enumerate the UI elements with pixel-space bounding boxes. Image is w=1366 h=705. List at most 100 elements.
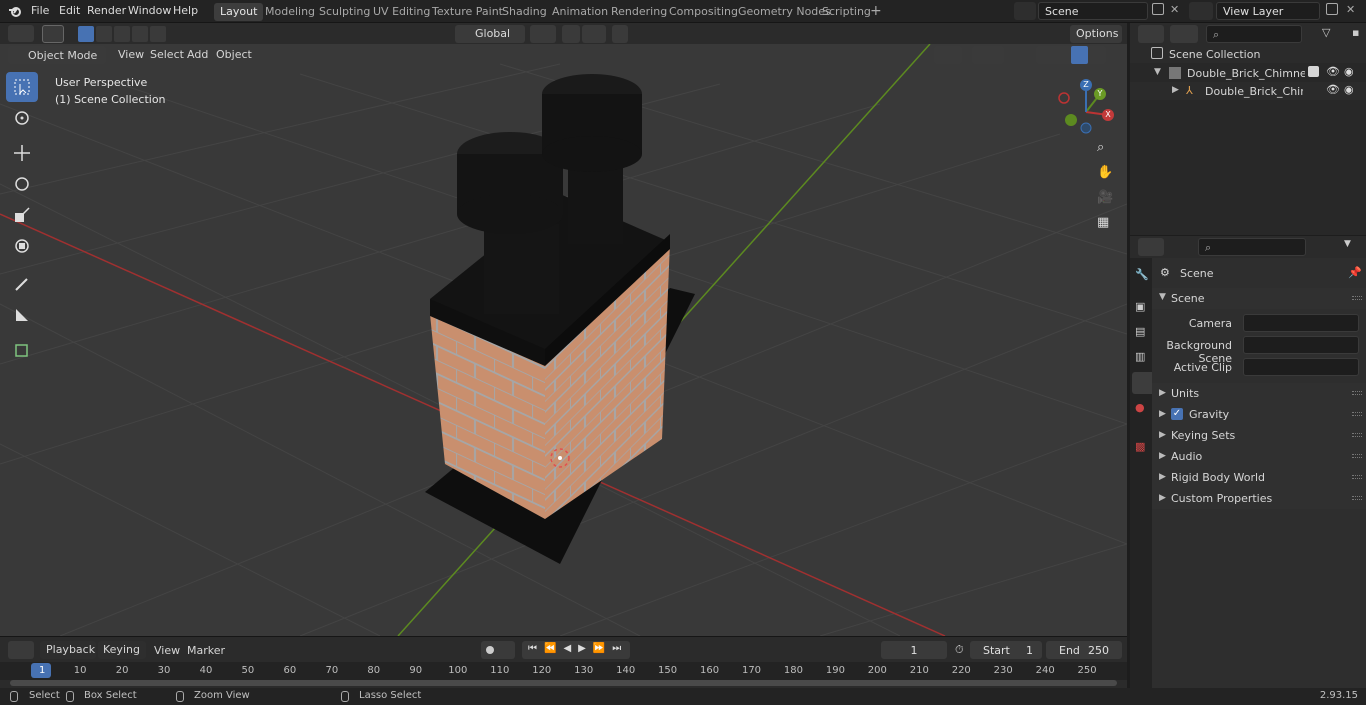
select-new-icon[interactable] (78, 26, 94, 42)
menu-render[interactable]: Render (87, 4, 126, 17)
blender-logo-icon[interactable] (8, 4, 22, 18)
shading-mode-buttons[interactable] (1036, 46, 1106, 64)
pivot-dropdown[interactable] (530, 25, 556, 43)
properties-editor-type-button[interactable] (1138, 238, 1164, 256)
outliner-row-scene-collection[interactable]: Scene Collection (1130, 45, 1366, 63)
overlay-toggle[interactable] (972, 46, 1004, 64)
tab-modeling[interactable]: Modeling (259, 3, 321, 21)
filter-icon[interactable]: ▽ (1322, 26, 1330, 39)
section-custom-properties[interactable]: ▶ Custom Properties (1152, 488, 1366, 509)
tab-layout[interactable]: Layout (214, 3, 264, 21)
proportional-falloff-dropdown[interactable] (630, 25, 656, 43)
scene-name-field[interactable]: Scene (1038, 2, 1148, 20)
menu-add[interactable]: Add (187, 48, 208, 61)
select-extend-icon[interactable] (96, 26, 112, 42)
navigation-gizmo[interactable]: Z Y X (1056, 74, 1122, 140)
camera-view-icon[interactable]: 🎥 (1097, 190, 1119, 212)
section-keying-sets[interactable]: ▶ Keying Sets (1152, 425, 1366, 446)
select-mode-buttons[interactable] (78, 26, 166, 42)
camera-field[interactable] (1243, 314, 1359, 332)
delete-scene-icon[interactable]: ✕ (1170, 3, 1179, 16)
outliner-display-mode-button[interactable] (1170, 25, 1198, 43)
outliner-row-object[interactable]: ▶ ⅄ Double_Brick_Chimney_C 👁 ◉ (1130, 82, 1366, 100)
drag-handle-icon[interactable] (1352, 454, 1362, 458)
section-audio[interactable]: ▶ Audio (1152, 446, 1366, 467)
drag-handle-icon[interactable] (1352, 496, 1362, 500)
eye-icon[interactable]: 👁 (1326, 83, 1340, 96)
menu-object[interactable]: Object (216, 48, 252, 61)
3d-viewport[interactable]: Object Mode View Select Add Object User … (0, 44, 1127, 636)
output-tab-icon[interactable]: ▤ (1135, 325, 1145, 338)
menu-edit[interactable]: Edit (59, 4, 80, 17)
keying-dropdown[interactable]: Keying (98, 641, 146, 659)
outliner-search-input[interactable]: ⌕ (1206, 25, 1302, 43)
snap-dropdown[interactable] (582, 25, 606, 43)
menu-select[interactable]: Select (150, 48, 184, 61)
new-collection-icon[interactable]: ▪ (1352, 26, 1359, 39)
menu-window[interactable]: Window (128, 4, 171, 17)
include-checkbox[interactable] (1308, 66, 1319, 77)
select-invert-icon[interactable] (132, 26, 148, 42)
view-layer-field[interactable]: View Layer (1216, 2, 1320, 20)
orientation-dropdown[interactable]: Global (455, 25, 525, 43)
texture-tab-icon[interactable]: ▩ (1135, 440, 1145, 453)
options-dropdown[interactable]: Options (1070, 25, 1122, 43)
active-clip-field[interactable] (1243, 358, 1359, 376)
tab-scripting[interactable]: Scripting (816, 3, 877, 21)
add-cube-tool-icon[interactable] (6, 334, 38, 364)
chimney-model[interactable] (425, 74, 695, 564)
menu-help[interactable]: Help (173, 4, 198, 17)
outliner-row-collection[interactable]: ▼ Double_Brick_Chimney_Corne 👁 ◉ (1130, 64, 1366, 82)
pin-icon[interactable]: 📌 (1348, 266, 1362, 279)
end-frame-field[interactable]: End 250 (1046, 641, 1122, 659)
snap-toggle[interactable] (562, 25, 580, 43)
section-scene[interactable]: ▼ Scene (1152, 288, 1366, 309)
add-workspace-icon[interactable]: + (870, 3, 884, 19)
menu-view[interactable]: View (118, 48, 144, 61)
camera-render-icon[interactable]: ◉ (1344, 83, 1354, 96)
drag-handle-icon[interactable] (1352, 412, 1362, 416)
drag-handle-icon[interactable] (1352, 296, 1362, 300)
drag-handle-icon[interactable] (1352, 433, 1362, 437)
drag-handle-icon[interactable] (1352, 391, 1362, 395)
camera-render-icon[interactable]: ◉ (1344, 65, 1354, 78)
gizmo-toggle[interactable] (934, 46, 962, 64)
zoom-view-icon[interactable]: ⌕ (1097, 140, 1119, 162)
background-scene-field[interactable] (1243, 336, 1359, 354)
auto-keying-toggle[interactable] (481, 641, 515, 659)
delete-view-layer-icon[interactable]: ✕ (1346, 3, 1355, 16)
menu-marker[interactable]: Marker (187, 644, 225, 657)
world-tab-icon[interactable]: ● (1135, 401, 1145, 414)
measure-tool-icon[interactable] (6, 300, 38, 330)
proportional-toggle[interactable] (612, 25, 628, 43)
section-gravity[interactable]: ▶ ✓ Gravity (1152, 404, 1366, 425)
menu-file[interactable]: File (31, 4, 49, 17)
tool-tab-icon[interactable]: 🔧 (1135, 268, 1149, 281)
active-tool-button[interactable] (42, 25, 64, 43)
shading-options-dropdown[interactable] (1108, 46, 1122, 64)
editor-type-button[interactable] (8, 25, 34, 42)
section-rigid-body-world[interactable]: ▶ Rigid Body World (1152, 467, 1366, 488)
menu-timeline-view[interactable]: View (154, 644, 180, 657)
start-frame-field[interactable]: Start 1 (970, 641, 1042, 659)
outliner-editor-type-button[interactable] (1138, 25, 1164, 43)
view-layer-browse-button[interactable] (1189, 2, 1213, 20)
playback-dropdown[interactable]: Playback (40, 641, 96, 659)
select-box-tool-icon[interactable] (6, 72, 38, 102)
properties-search-input[interactable]: ⌕ (1198, 238, 1306, 256)
select-intersect-icon[interactable] (150, 26, 166, 42)
timeline-editor-type-button[interactable] (8, 641, 34, 659)
scene-tab-icon[interactable] (1132, 372, 1152, 394)
rotate-tool-icon[interactable] (6, 169, 38, 199)
cursor-tool-icon[interactable] (6, 103, 38, 133)
xray-toggle[interactable] (1014, 46, 1030, 64)
tab-animation[interactable]: Animation (546, 3, 614, 21)
drag-handle-icon[interactable] (1352, 475, 1362, 479)
playback-controls[interactable]: ⏮⏪◀▶⏩⏭ (522, 641, 630, 659)
view-layer-tab-icon[interactable]: ▥ (1135, 350, 1145, 363)
select-subtract-icon[interactable] (114, 26, 130, 42)
section-units[interactable]: ▶ Units (1152, 383, 1366, 404)
chevron-down-icon[interactable]: ▼ (1344, 239, 1351, 249)
eye-icon[interactable]: 👁 (1326, 65, 1340, 78)
render-tab-icon[interactable]: ▣ (1135, 300, 1145, 313)
